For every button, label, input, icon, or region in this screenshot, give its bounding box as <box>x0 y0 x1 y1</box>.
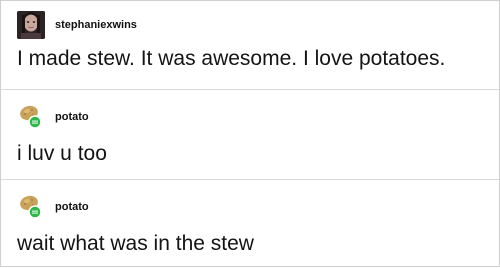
post-header: stephaniexwins <box>17 11 137 39</box>
post-3: potato wait what was in the stew <box>1 179 499 268</box>
user-avatar[interactable] <box>17 192 49 222</box>
post-2: potato i luv u too <box>1 89 499 179</box>
post-header: potato <box>17 102 89 132</box>
person-photo-icon <box>17 11 45 39</box>
user-avatar[interactable] <box>17 11 45 39</box>
post-1: stephaniexwins I made stew. It was aweso… <box>1 1 499 89</box>
conversation-thread: stephaniexwins I made stew. It was aweso… <box>0 0 500 267</box>
username[interactable]: potato <box>55 201 89 213</box>
post-text: wait what was in the stew <box>17 232 254 255</box>
potato-icon <box>20 105 42 129</box>
username[interactable]: potato <box>55 111 89 123</box>
post-header: potato <box>17 192 89 222</box>
potato-icon <box>20 195 42 219</box>
post-text: i luv u too <box>17 142 107 165</box>
username[interactable]: stephaniexwins <box>55 19 137 31</box>
user-avatar[interactable] <box>17 102 49 132</box>
post-text: I made stew. It was awesome. I love pota… <box>17 47 446 70</box>
